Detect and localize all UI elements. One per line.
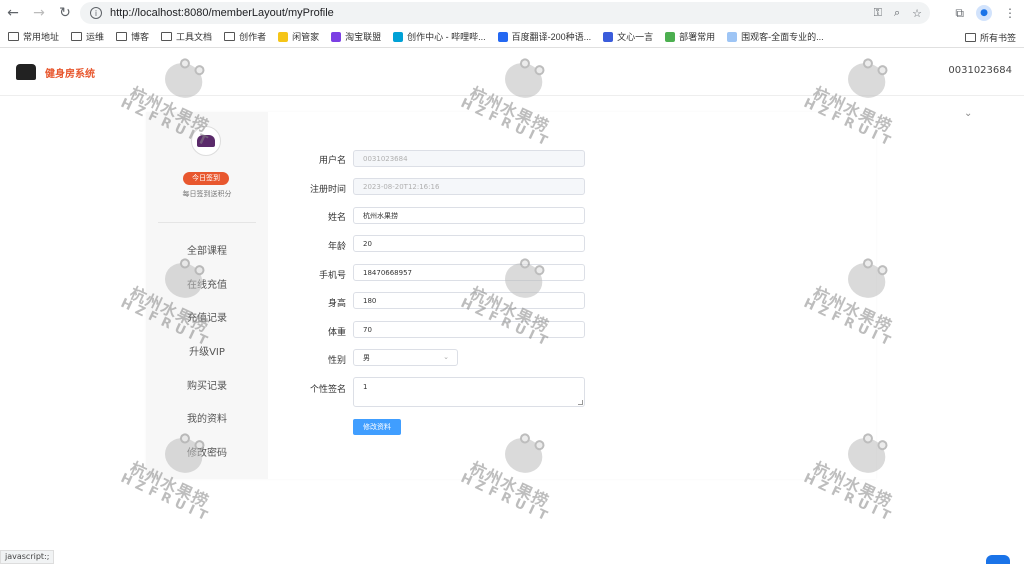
sidebar-item-purchase-records[interactable]: 购买记录 — [146, 377, 268, 392]
bookmark-item[interactable]: 常用地址 — [8, 30, 59, 43]
bookmark-item[interactable]: 文心一言 — [603, 30, 653, 43]
site-favicon-icon — [603, 31, 614, 42]
reload-icon[interactable]: ↻ — [52, 0, 78, 26]
gender-label: 性别 — [327, 356, 346, 366]
bookmark-label: 部署常用 — [679, 32, 716, 42]
bookmark-label: 文心一言 — [617, 32, 654, 42]
signature-textarea[interactable]: 1 — [353, 377, 585, 407]
floating-widget-icon[interactable] — [986, 555, 1010, 564]
sidebar-item-recharge[interactable]: 在线充值 — [146, 276, 268, 291]
bookmark-item[interactable]: 部署常用 — [665, 30, 715, 43]
divider — [158, 222, 256, 223]
chevron-down-icon[interactable]: ⌄ — [964, 108, 972, 119]
folder-icon — [224, 32, 236, 41]
forward-icon[interactable]: → — [26, 0, 52, 26]
signature-value: 1 — [363, 383, 368, 391]
folder-icon — [964, 32, 976, 42]
name-label: 姓名 — [327, 213, 346, 223]
user-id-menu[interactable]: 0031023684 — [948, 65, 1012, 76]
avatar-logo-icon — [197, 135, 215, 147]
site-favicon-icon — [727, 31, 738, 42]
bookmark-label: 百度翻译-200种语... — [511, 32, 592, 42]
name-input[interactable]: 杭州水果捞 — [353, 207, 585, 224]
sidebar-item-recharge-records[interactable]: 充值记录 — [146, 309, 268, 324]
age-input[interactable]: 20 — [353, 235, 585, 252]
bookmark-label: 运维 — [86, 32, 105, 42]
username-field: 0031023684 — [353, 150, 585, 167]
brand-title[interactable]: 健身房系统 — [45, 65, 95, 80]
folder-icon — [71, 32, 83, 41]
regtime-field: 2023-08-20T12:16:16 — [353, 178, 585, 195]
height-input[interactable]: 180 — [353, 292, 585, 309]
sidebar-item-change-password[interactable]: 修改密码 — [146, 444, 268, 459]
bookmark-item[interactable]: 创作中心 - 哔哩哔... — [393, 30, 486, 43]
zoom-icon[interactable]: ⌕ — [894, 6, 900, 20]
sidebar-item-all-courses[interactable]: 全部课程 — [146, 242, 268, 257]
site-favicon-icon — [665, 31, 676, 42]
folder-icon — [116, 32, 128, 41]
logo-icon[interactable] — [16, 64, 36, 80]
status-bar: javascript:; — [0, 550, 55, 564]
site-favicon-icon — [393, 31, 404, 42]
bookmarks-bar: 常用地址 运维 博客 工具文档 创作者 闲管家 淘宝联盟 创作中心 - 哔哩哔... 百度翻译-… — [0, 26, 1024, 48]
profile-avatar-icon[interactable]: ● — [976, 5, 992, 21]
menu-kebab-icon[interactable]: ⋮ — [1004, 6, 1016, 20]
height-label: 身高 — [327, 299, 346, 309]
update-profile-button[interactable]: 修改资料 — [353, 419, 401, 435]
checkin-hint: 每日签到送积分 — [182, 190, 232, 198]
bookmark-item[interactable]: 百度翻译-200种语... — [497, 30, 592, 43]
extensions-icon[interactable]: ⧉ — [955, 6, 964, 21]
bookmark-item[interactable]: 围观客-全面专业的... — [727, 30, 824, 43]
bookmark-label: 围观客-全面专业的... — [741, 32, 824, 42]
sidebar-item-upgrade-vip[interactable]: 升级VIP — [146, 343, 268, 358]
regtime-label: 注册时间 — [309, 185, 346, 195]
bookmark-label: 淘宝联盟 — [345, 32, 382, 42]
folder-icon — [161, 32, 173, 41]
site-favicon-icon — [278, 31, 289, 42]
bookmark-label: 闲管家 — [292, 32, 320, 42]
bookmark-label: 工具文档 — [176, 32, 213, 42]
weight-input[interactable]: 70 — [353, 321, 585, 338]
gender-select[interactable]: 男 ⌄ — [353, 349, 458, 366]
url-text[interactable]: http://localhost:8080/memberLayout/myPro… — [110, 7, 334, 19]
bookmark-item[interactable]: 博客 — [116, 30, 149, 43]
phone-input[interactable]: 18470668957 — [353, 264, 585, 281]
bookmark-label: 常用地址 — [23, 32, 60, 42]
bookmark-item[interactable]: 工具文档 — [161, 30, 212, 43]
site-info-icon[interactable]: i — [90, 7, 102, 19]
all-bookmarks-button[interactable]: 所有书签 — [964, 26, 1016, 48]
age-label: 年龄 — [327, 242, 346, 252]
bookmark-star-icon[interactable]: ☆ — [912, 7, 922, 20]
username-label: 用户名 — [318, 156, 346, 166]
chevron-down-icon: ⌄ — [443, 353, 449, 361]
bookmark-label: 创作中心 - 哔哩哔... — [407, 32, 486, 42]
app-header: 健身房系统 0031023684 — [0, 48, 1024, 96]
avatar — [191, 126, 221, 156]
address-bar[interactable]: i http://localhost:8080/memberLayout/myP… — [80, 2, 930, 24]
member-sidebar: 今日签到 每日签到送积分 全部课程 在线充值 充值记录 升级VIP 购买记录 我… — [146, 112, 268, 479]
site-favicon-icon — [331, 31, 342, 42]
bookmark-label: 创作者 — [239, 32, 267, 42]
folder-icon — [8, 32, 19, 41]
site-favicon-icon — [497, 31, 508, 42]
phone-label: 手机号 — [318, 271, 346, 281]
gender-value: 男 — [363, 353, 370, 362]
browser-toolbar: ← → ↻ i http://localhost:8080/memberLayo… — [0, 0, 1024, 26]
resize-handle-icon[interactable] — [578, 400, 583, 405]
bookmark-item[interactable]: 淘宝联盟 — [331, 30, 381, 43]
signature-label: 个性签名 — [309, 385, 346, 395]
weight-label: 体重 — [327, 328, 346, 338]
bookmark-item[interactable]: 创作者 — [224, 30, 266, 43]
bookmark-label: 博客 — [131, 32, 150, 42]
bookmark-item[interactable]: 运维 — [71, 30, 104, 43]
password-key-icon[interactable]: ⚿ — [874, 6, 882, 20]
bookmark-item[interactable]: 闲管家 — [278, 30, 319, 43]
back-icon[interactable]: ← — [0, 0, 26, 26]
checkin-button[interactable]: 今日签到 — [183, 172, 229, 185]
sidebar-item-my-profile[interactable]: 我的资料 — [146, 410, 268, 425]
